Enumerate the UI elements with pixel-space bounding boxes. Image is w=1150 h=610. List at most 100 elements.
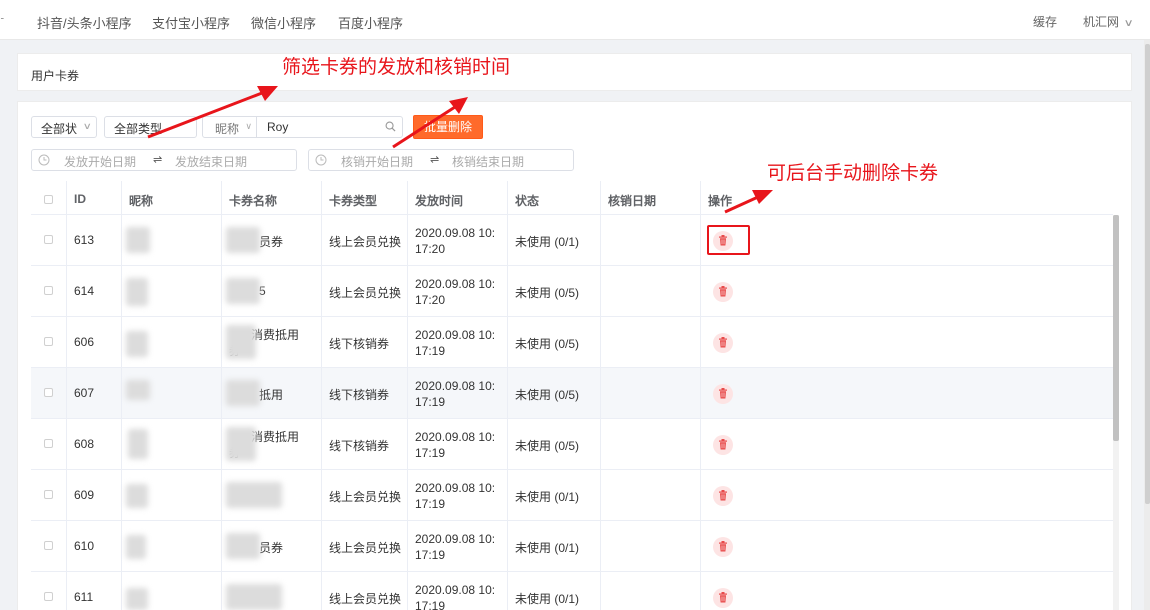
- row-checkbox[interactable]: [44, 439, 53, 448]
- row-coupon-type: 线上会员兑换: [329, 490, 402, 504]
- row-nickname-cell: [122, 470, 222, 521]
- row-checkbox[interactable]: [44, 337, 53, 346]
- row-checkbox[interactable]: [44, 235, 53, 244]
- header-coupon-type: 卡券类型: [322, 181, 408, 215]
- row-coupon-type: 线上会员兑换: [329, 592, 402, 606]
- row-checkbox[interactable]: [44, 388, 53, 397]
- status-select[interactable]: 全部状 ∨: [31, 116, 97, 138]
- delete-button[interactable]: [713, 435, 733, 455]
- row-type-cell: 线上会员兑换: [322, 470, 408, 521]
- row-issue-time: 2020.09.08 10: 17:19: [415, 378, 495, 410]
- issue-clock: 17:19: [415, 395, 446, 409]
- header-actions: 操作: [708, 194, 733, 208]
- user-menu[interactable]: 机汇网 ∨: [1083, 13, 1134, 30]
- search-input[interactable]: Roy: [267, 120, 288, 134]
- redacted-coupon-name: [226, 482, 282, 508]
- nav-baidu-miniprogram[interactable]: 百度小程序: [338, 13, 403, 32]
- row-coupon-name-cell: 抵用: [222, 368, 322, 419]
- table-scrollbar-thumb[interactable]: [1113, 215, 1119, 441]
- sidebar-collapse-icon[interactable]: ⁃: [0, 14, 5, 24]
- row-id: 606: [74, 335, 95, 349]
- issue-date: 2020.09.08 10:: [415, 328, 496, 342]
- delete-button[interactable]: [713, 282, 733, 302]
- redacted-coupon-name: [226, 380, 260, 406]
- issue-clock: 17:19: [415, 548, 446, 562]
- delete-button[interactable]: [713, 333, 733, 353]
- batch-delete-button[interactable]: 批量删除: [413, 115, 483, 139]
- redacted-nickname: [126, 588, 148, 610]
- row-verify-date-cell: [601, 215, 701, 266]
- search-icon[interactable]: [385, 121, 396, 132]
- chevron-down-icon: ∨: [1123, 18, 1134, 29]
- issue-date: 2020.09.08 10:: [415, 277, 496, 291]
- search-field-select[interactable]: 昵称 ∨: [203, 117, 257, 137]
- table-row[interactable]: 610 员券 线上会员兑换 2020.09.08 10: 17:19 未使用 (0/1): [31, 521, 1113, 572]
- verify-date-range[interactable]: 核销开始日期 ⇌ 核销结束日期: [308, 149, 574, 171]
- row-id: 614: [74, 284, 95, 298]
- row-type-cell: 线下核销券: [322, 317, 408, 368]
- issue-start-date-input[interactable]: 发放开始日期: [64, 153, 136, 170]
- issue-date-range[interactable]: 发放开始日期 ⇌ 发放结束日期: [31, 149, 297, 171]
- table-row[interactable]: 613 员券 线上会员兑换 2020.09.08 10: 17:20 未使用 (0/1): [31, 215, 1113, 266]
- highlight-box: [707, 225, 750, 255]
- header-id: ID: [67, 181, 122, 215]
- header-coupon-name: 卡券名称: [222, 181, 322, 215]
- delete-button[interactable]: [713, 588, 733, 608]
- row-id-cell: 610: [67, 521, 122, 572]
- row-coupon-type: 线上会员兑换: [329, 235, 402, 249]
- row-issue-time-cell: 2020.09.08 10: 17:20: [408, 215, 508, 266]
- clock-icon: [315, 154, 327, 166]
- issue-clock: 17:20: [415, 242, 446, 256]
- chevron-down-icon: ∨: [83, 121, 93, 131]
- row-status-cell: 未使用 (0/1): [508, 521, 601, 572]
- row-select-cell: [31, 572, 67, 610]
- delete-button[interactable]: [713, 486, 733, 506]
- issue-date: 2020.09.08 10:: [415, 226, 496, 240]
- row-checkbox[interactable]: [44, 541, 53, 550]
- table-row[interactable]: 611 线上会员兑换 2020.09.08 10: 17:19 未使用 (0/1): [31, 572, 1113, 610]
- row-verify-date-cell: [601, 266, 701, 317]
- verify-end-date-input[interactable]: 核销结束日期: [452, 153, 524, 170]
- row-nickname-cell: [122, 368, 222, 419]
- row-checkbox[interactable]: [44, 490, 53, 499]
- table-row[interactable]: 609 线上会员兑换 2020.09.08 10: 17:19 未使用 (0/1): [31, 470, 1113, 521]
- nav-alipay-miniprogram[interactable]: 支付宝小程序: [152, 13, 230, 32]
- row-type-cell: 线上会员兑换: [322, 266, 408, 317]
- nav-wechat-miniprogram[interactable]: 微信小程序: [251, 13, 316, 32]
- row-status-cell: 未使用 (0/5): [508, 317, 601, 368]
- delete-button[interactable]: [713, 537, 733, 557]
- page-header-card: 用户卡券: [17, 53, 1132, 91]
- table-row[interactable]: 606 消费抵用券线下核销券 2020.09.08 10: 17:19 未使用 (0/5…: [31, 317, 1113, 368]
- top-nav: ⁃ 抖音/头条小程序 支付宝小程序 微信小程序 百度小程序 缓存 机汇网 ∨: [0, 0, 1150, 40]
- clock-icon: [38, 154, 50, 166]
- row-issue-time-cell: 2020.09.08 10: 17:19: [408, 521, 508, 572]
- row-coupon-name-cell: 员券: [222, 521, 322, 572]
- issue-date: 2020.09.08 10:: [415, 481, 496, 495]
- row-nickname-cell: [122, 419, 222, 470]
- row-status-cell: 未使用 (0/5): [508, 266, 601, 317]
- delete-button[interactable]: [713, 384, 733, 404]
- row-select-cell: [31, 368, 67, 419]
- verify-start-date-input[interactable]: 核销开始日期: [341, 153, 413, 170]
- table-row[interactable]: 608 消费抵用券线下核销券 2020.09.08 10: 17:19 未使用 (0/5…: [31, 419, 1113, 470]
- chevron-down-icon: ∨: [245, 121, 252, 131]
- issue-end-date-input[interactable]: 发放结束日期: [175, 153, 247, 170]
- select-all-checkbox[interactable]: [44, 195, 53, 204]
- table-row[interactable]: 614 5 线上会员兑换 2020.09.08 10: 17:20 未使用 (0/5): [31, 266, 1113, 317]
- page-title: 用户卡券: [31, 69, 80, 83]
- row-checkbox[interactable]: [44, 592, 53, 601]
- row-id-cell: 609: [67, 470, 122, 521]
- row-verify-date-cell: [601, 419, 701, 470]
- row-id: 613: [74, 233, 95, 247]
- table-row[interactable]: 607 抵用 线下核销券 2020.09.08 10: 17:19 未使用 (0/5): [31, 368, 1113, 419]
- cache-button[interactable]: 缓存: [1033, 13, 1057, 30]
- row-status-cell: 未使用 (0/5): [508, 419, 601, 470]
- type-select[interactable]: 全部类型: [104, 116, 197, 138]
- issue-clock: 17:19: [415, 446, 446, 460]
- nav-douyin-miniprogram[interactable]: 抖音/头条小程序: [37, 13, 132, 32]
- row-type-cell: 线下核销券: [322, 419, 408, 470]
- row-issue-time-cell: 2020.09.08 10: 17:19: [408, 470, 508, 521]
- page-scrollbar-thumb[interactable]: [1145, 44, 1150, 504]
- row-checkbox[interactable]: [44, 286, 53, 295]
- row-status: 未使用 (0/1): [515, 490, 580, 504]
